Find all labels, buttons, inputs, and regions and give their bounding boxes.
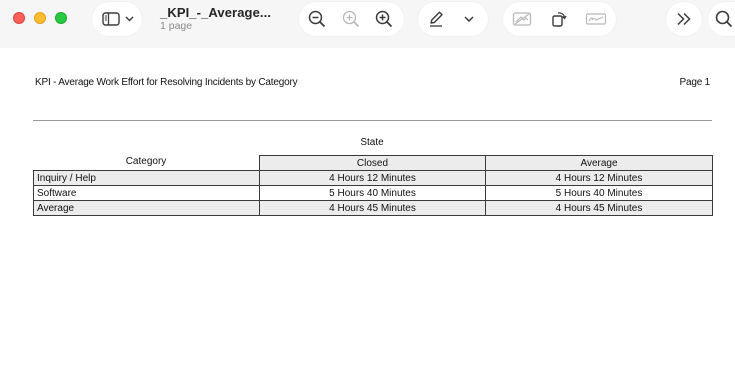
table-row: Software 5 Hours 40 Minutes 5 Hours 40 M… [33, 185, 713, 201]
category-cell: Inquiry / Help [33, 170, 260, 186]
average-column-header: Average [485, 155, 713, 171]
table-header-row: Closed Average [33, 155, 713, 171]
average-cell: 4 Hours 12 Minutes [485, 170, 713, 186]
zoom-window-button[interactable] [55, 12, 67, 24]
search-icon[interactable] [714, 2, 734, 36]
closed-cell: 4 Hours 12 Minutes [259, 170, 486, 186]
page-count: 1 page [160, 20, 193, 32]
edit-tools-group [503, 2, 616, 36]
chevron-down-icon[interactable] [123, 2, 135, 36]
toolbar: _KPI_-_Average... 1 page [0, 0, 735, 48]
table-row: Inquiry / Help 4 Hours 12 Minutes 4 Hour… [33, 170, 713, 186]
rotate-icon[interactable] [547, 2, 571, 36]
closed-column-header: Closed [259, 155, 486, 171]
search-group [708, 2, 735, 36]
sidebar-icon[interactable] [100, 2, 122, 36]
table-row: Average 4 Hours 45 Minutes 4 Hours 45 Mi… [33, 200, 713, 216]
redact-icon[interactable] [510, 2, 534, 36]
markup-group [418, 2, 488, 36]
zoom-group [299, 2, 404, 36]
close-window-button[interactable] [13, 12, 25, 24]
closed-cell: 5 Hours 40 Minutes [259, 185, 486, 201]
header-divider [33, 120, 712, 121]
sidebar-toggle-group [92, 2, 142, 36]
category-cell: Software [33, 185, 260, 201]
table-header-blank [33, 155, 260, 171]
closed-cell: 4 Hours 45 Minutes [259, 200, 486, 216]
chevron-down-icon[interactable] [460, 2, 478, 36]
page-header: KPI - Average Work Effort for Resolving … [35, 77, 710, 91]
report-title: KPI - Average Work Effort for Resolving … [35, 77, 298, 88]
zoom-out-icon[interactable] [306, 2, 328, 36]
zoom-actual-icon[interactable] [340, 2, 362, 36]
signature-icon[interactable] [583, 2, 609, 36]
average-cell: 4 Hours 45 Minutes [485, 200, 713, 216]
document-viewer[interactable]: KPI - Average Work Effort for Resolving … [0, 48, 735, 378]
category-cell: Average [33, 200, 260, 216]
zoom-in-icon[interactable] [373, 2, 395, 36]
minimize-window-button[interactable] [34, 12, 46, 24]
group-label: State [360, 137, 384, 148]
report-table: Closed Average Inquiry / Help 4 Hours 12… [33, 155, 713, 216]
document-title: _KPI_-_Average... [160, 5, 272, 20]
pen-icon[interactable] [425, 2, 447, 36]
more-tools-group [666, 2, 702, 36]
double-chevron-right-icon[interactable] [672, 2, 696, 36]
average-cell: 5 Hours 40 Minutes [485, 185, 713, 201]
page-number: Page 1 [679, 77, 711, 88]
